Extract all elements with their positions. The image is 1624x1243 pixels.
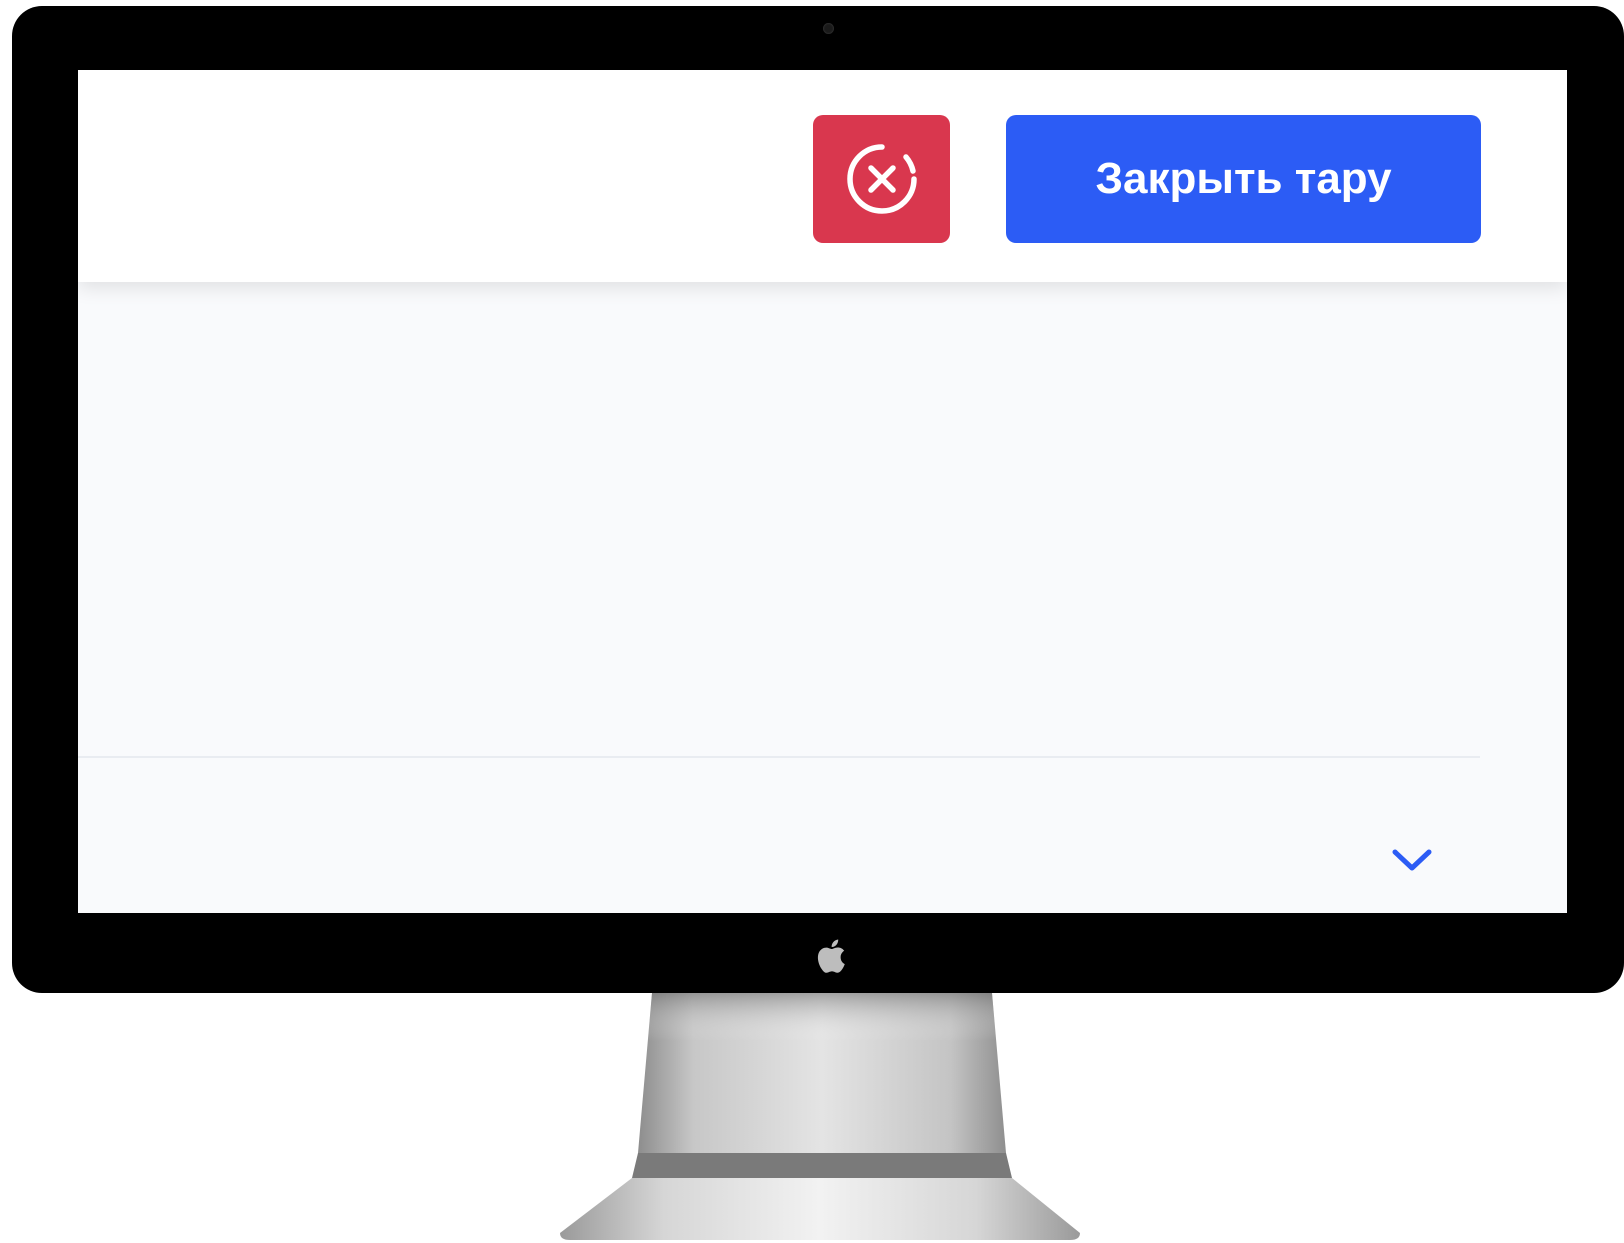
close-circle-icon — [846, 144, 917, 214]
chevron-down-icon[interactable] — [1390, 846, 1434, 876]
app-screen: Закрыть тару — [78, 70, 1567, 913]
apple-logo-icon — [817, 939, 845, 973]
monitor-stand — [560, 993, 1080, 1240]
webcam-icon — [823, 23, 834, 34]
action-header: Закрыть тару — [78, 70, 1567, 282]
cancel-button[interactable] — [813, 115, 950, 243]
page: Закрыть тару — [0, 0, 1624, 1243]
close-tare-button[interactable]: Закрыть тару — [1006, 115, 1481, 243]
section-divider — [78, 756, 1480, 758]
